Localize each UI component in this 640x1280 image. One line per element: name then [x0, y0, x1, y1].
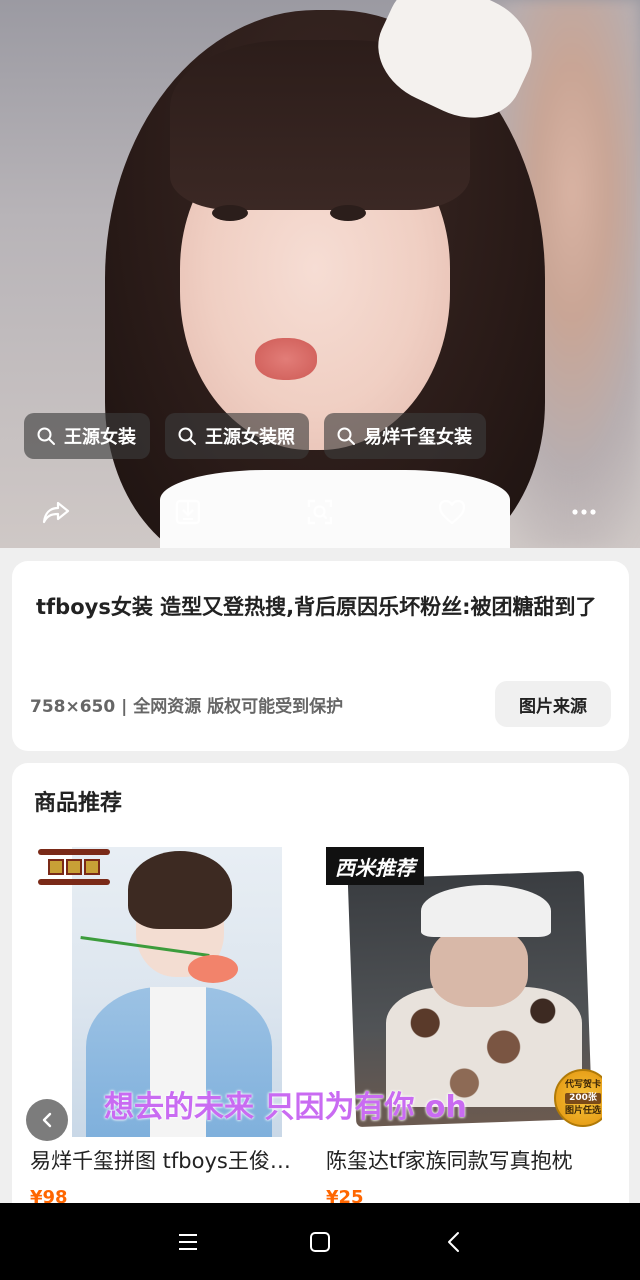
search-tag[interactable]: 王源女装照 — [165, 413, 309, 459]
menu-icon — [179, 1234, 197, 1250]
search-tag[interactable]: 王源女装 — [24, 413, 150, 459]
image-meta: 758×650 | 全网资源 版权可能受到保护 — [30, 696, 344, 717]
search-icon — [337, 427, 355, 445]
flower — [188, 955, 238, 983]
product-recommend-card: 商品推荐 易烊千玺拼图 tfboys王俊凯王源周边 ¥98 西米推荐 — [12, 763, 629, 1223]
system-nav-bar — [0, 1203, 640, 1280]
image-source-button[interactable]: 图片来源 — [495, 681, 611, 727]
image-title[interactable]: tfboys女装 造型又登热搜,背后原因乐坏粉丝:被团糖甜到了 — [30, 585, 611, 629]
white-cap — [421, 885, 551, 937]
product-name[interactable]: 陈玺达tf家族同款写真抱枕 — [326, 1145, 602, 1175]
right-eye — [330, 205, 366, 221]
share-button[interactable] — [36, 492, 76, 532]
back-button[interactable] — [441, 1229, 467, 1255]
product-item[interactable]: 易烊千玺拼图 tfboys王俊凯王源周边 ¥98 — [30, 847, 306, 1208]
download-icon — [175, 499, 201, 525]
hero-image[interactable]: 王源女装 王源女装照 易烊千玺女装 — [0, 0, 640, 548]
search-tag-label: 王源女装照 — [205, 427, 295, 448]
scan-icon — [307, 499, 333, 525]
image-info-card: tfboys女装 造型又登热搜,背后原因乐坏粉丝:被团糖甜到了 758×650 … — [12, 561, 629, 751]
image-action-bar — [0, 492, 640, 532]
back-icon — [448, 1232, 459, 1252]
search-tag-label: 王源女装 — [64, 427, 136, 448]
recent-apps-button[interactable] — [175, 1229, 201, 1255]
search-tag-list: 王源女装 王源女装照 易烊千玺女装 — [24, 413, 486, 459]
search-tag[interactable]: 易烊千玺女装 — [324, 413, 486, 459]
section-heading: 商品推荐 — [34, 791, 123, 816]
shop-logo — [38, 849, 110, 899]
search-tag-label: 易烊千玺女装 — [364, 427, 472, 448]
share-icon — [42, 501, 70, 524]
home-icon — [310, 1232, 330, 1252]
meta-row: 758×650 | 全网资源 版权可能受到保护 图片来源 — [30, 681, 611, 727]
heart-icon — [438, 499, 466, 525]
chevron-left-icon — [42, 1112, 52, 1128]
carousel-prev-button[interactable] — [26, 1099, 68, 1141]
product-hair — [128, 851, 232, 929]
favorite-button[interactable] — [432, 492, 472, 532]
left-eye — [212, 205, 248, 221]
promo-badge: 西米推荐 — [326, 847, 424, 885]
lyric-overlay: 想去的未来 只因为有你 oh — [104, 1090, 467, 1125]
visual-search-button[interactable] — [300, 492, 340, 532]
product-face — [430, 927, 528, 1007]
search-icon — [178, 427, 196, 445]
more-icon — [572, 509, 596, 515]
more-button[interactable] — [564, 492, 604, 532]
product-name[interactable]: 易烊千玺拼图 tfboys王俊凯王源周边 — [30, 1145, 306, 1175]
product-item[interactable]: 西米推荐 代写贺卡 200张 图片任选 陈玺达tf家族同款写真抱枕 ¥25 — [326, 847, 602, 1208]
search-icon — [37, 427, 55, 445]
download-button[interactable] — [168, 492, 208, 532]
home-button[interactable] — [307, 1229, 333, 1255]
lips — [255, 338, 317, 380]
